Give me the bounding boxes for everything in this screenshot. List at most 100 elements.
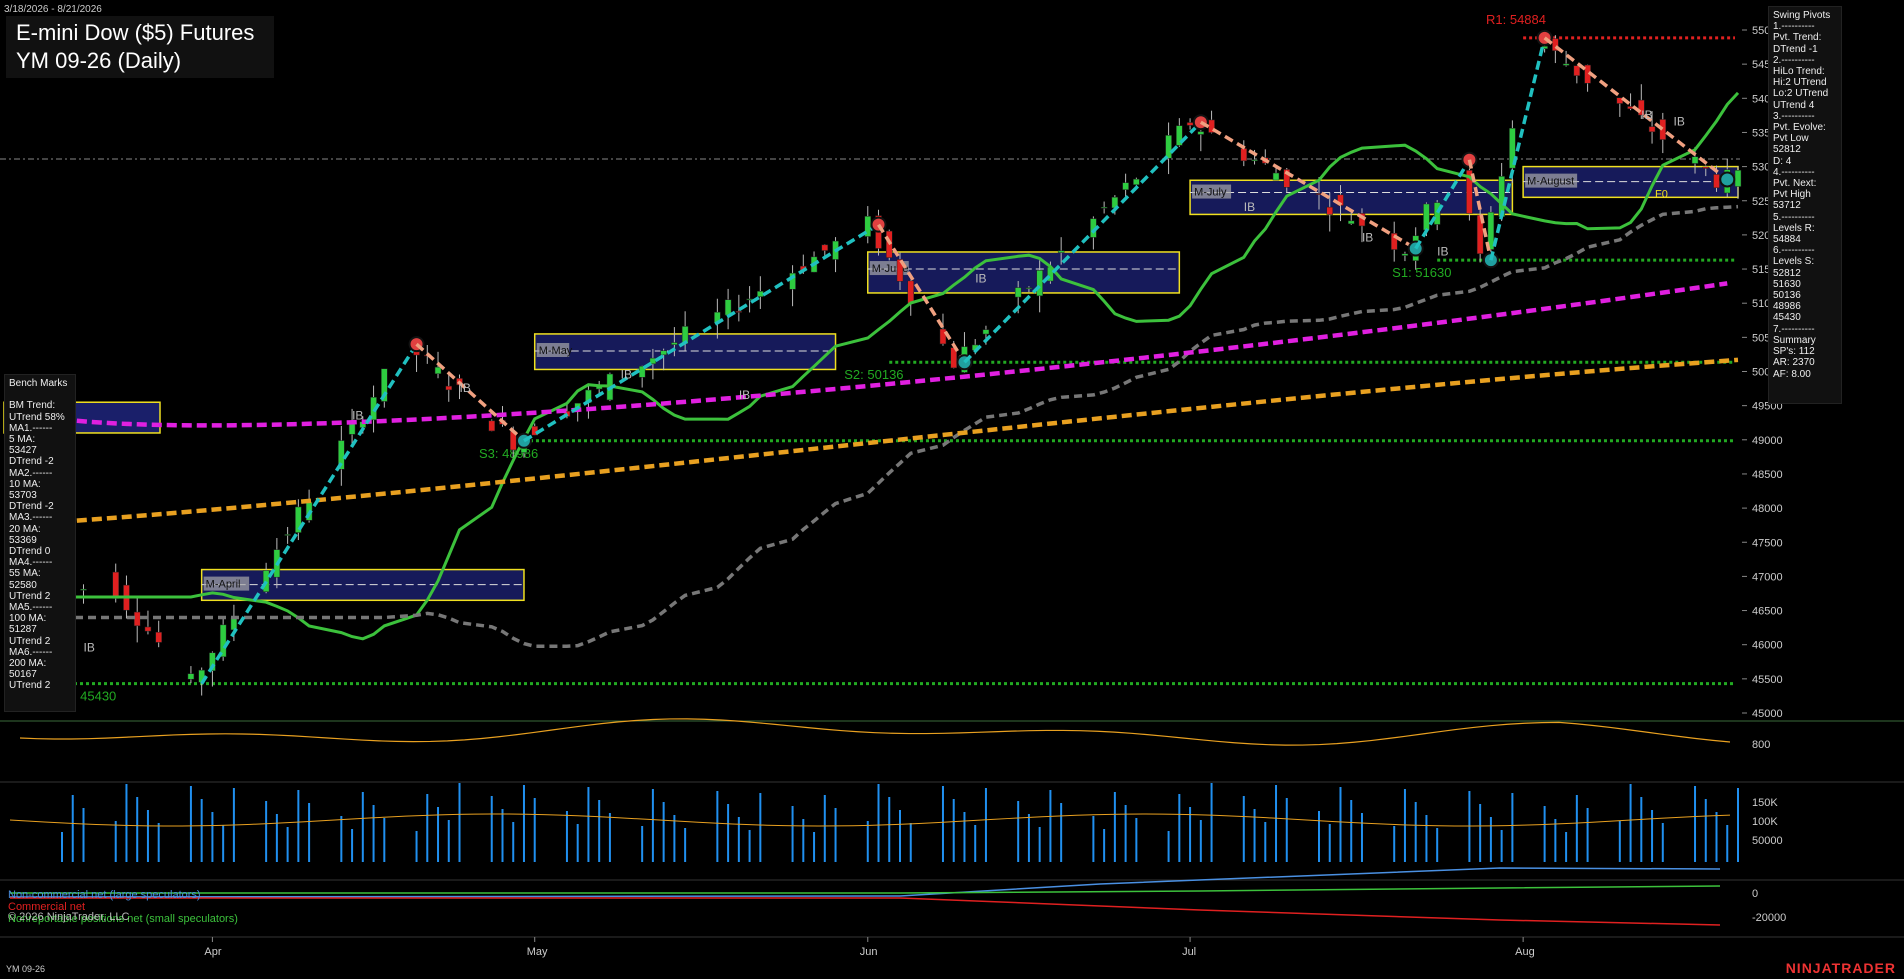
ib-marker: IB bbox=[621, 367, 632, 381]
copyright: © 2026 NinjaTrader, LLC bbox=[8, 911, 130, 923]
candle-body bbox=[1197, 131, 1205, 135]
candle-body bbox=[284, 534, 291, 536]
ib-marker: IB bbox=[1244, 200, 1255, 214]
swing-pivots-row: 50136 bbox=[1773, 290, 1801, 302]
month-label: Aug bbox=[1515, 946, 1535, 958]
swing-pivots-row: AF: 8.00 bbox=[1773, 368, 1811, 380]
candle-body bbox=[1025, 287, 1033, 289]
bench-marks-row: 53369 bbox=[9, 534, 37, 546]
candle-body bbox=[1691, 156, 1699, 164]
legend-non-commercial: Non-commercial net (large speculators) bbox=[8, 889, 201, 901]
price-tick-label: 48500 bbox=[1752, 469, 1783, 481]
candle-body bbox=[262, 570, 270, 592]
swing-pivots-row: 45430 bbox=[1773, 312, 1801, 324]
bench-marks-row: 200 MA: bbox=[9, 658, 47, 670]
candle-body bbox=[1272, 172, 1280, 181]
candle-body bbox=[1347, 220, 1355, 225]
price-chart[interactable]: 45000 45500 46000 46500 47000 47500 48000 48500… bbox=[0, 0, 1904, 979]
bench-marks-row: UTrend 2 bbox=[9, 590, 51, 602]
candle-body bbox=[187, 673, 195, 680]
cot-tick-label: -20000 bbox=[1752, 912, 1786, 924]
value-area-label: M-April bbox=[206, 579, 241, 591]
ma-100-line bbox=[61, 281, 1728, 428]
candle-body bbox=[746, 298, 753, 301]
candle-body bbox=[1713, 174, 1720, 189]
swing-zigzag bbox=[1489, 37, 1547, 261]
candle-body bbox=[1562, 63, 1570, 66]
swing-pivots-row: 3.---------- bbox=[1773, 110, 1815, 122]
ib-marker: IB bbox=[1437, 244, 1448, 258]
ninjatrader-logo: NINJATRADER bbox=[1785, 960, 1896, 976]
bench-marks-row: 20 MA: bbox=[9, 523, 41, 535]
candle-body bbox=[1165, 135, 1172, 159]
bench-marks-row: MA1.------ bbox=[9, 422, 53, 434]
bench-marks-row: 53703 bbox=[9, 490, 37, 502]
bench-marks-row: DTrend -2 bbox=[9, 501, 54, 513]
value-area-box bbox=[867, 251, 1181, 294]
candle-body bbox=[434, 366, 442, 374]
price-tick-label: 48000 bbox=[1752, 503, 1783, 515]
level-label: S3: 48986 bbox=[479, 446, 538, 461]
swing-pivots-row: Summary bbox=[1773, 334, 1816, 346]
candle-body bbox=[1133, 178, 1140, 185]
bench-marks-row: UTrend 2 bbox=[9, 635, 51, 647]
candle-body bbox=[724, 299, 732, 316]
candle-body bbox=[1573, 65, 1581, 76]
level-label: S2: 50136 bbox=[844, 367, 903, 382]
cot-commercial-line bbox=[10, 897, 1721, 926]
value-area-label: M-July bbox=[1194, 187, 1227, 199]
swing-pivots-row: 52812 bbox=[1773, 267, 1801, 279]
volume-tick-label: 100K bbox=[1752, 816, 1778, 828]
swing-zigzag bbox=[1543, 36, 1729, 181]
candle-body bbox=[112, 571, 119, 599]
bench-marks-row: 51287 bbox=[9, 624, 37, 636]
volume-tick-label: 50000 bbox=[1752, 835, 1783, 847]
bench-marks-row: MA2.------ bbox=[9, 467, 53, 479]
volume-tick-label: 150K bbox=[1752, 797, 1778, 809]
bench-marks-row: 55 MA: bbox=[9, 568, 41, 580]
swing-pivots-row: Hi:2 UTrend bbox=[1773, 77, 1827, 89]
price-tick-label: 45500 bbox=[1752, 674, 1783, 686]
candle-body bbox=[1186, 122, 1194, 126]
bench-marks-row: 100 MA: bbox=[9, 613, 47, 625]
candle-body bbox=[1057, 250, 1065, 253]
candle-body bbox=[1648, 126, 1656, 133]
price-tick-label: 45000 bbox=[1752, 708, 1783, 720]
bench-marks-row: BM Trend: bbox=[9, 400, 56, 412]
swing-pivots-row: 6.---------- bbox=[1773, 245, 1815, 257]
candle-body bbox=[80, 588, 87, 591]
swing-pivots-row: 4.---------- bbox=[1773, 166, 1815, 178]
candle-body bbox=[735, 311, 743, 313]
atr-tick-label: 800 bbox=[1752, 739, 1770, 751]
swing-pivots-row: 53712 bbox=[1773, 200, 1801, 212]
swing-zigzag bbox=[963, 120, 1203, 364]
swing-pivots-row: Pvt. Evolve: bbox=[1773, 122, 1826, 134]
bench-marks-row: 5 MA: bbox=[9, 434, 36, 446]
price-tick-label: 49000 bbox=[1752, 435, 1783, 447]
date-range: 3/18/2026 - 8/21/2026 bbox=[4, 4, 102, 15]
level-label: S1: 51630 bbox=[1392, 265, 1451, 280]
ib-marker: IB bbox=[1674, 115, 1685, 129]
bench-marks-row: 10 MA: bbox=[9, 478, 41, 490]
swing-pivots-row: Pvt. Next: bbox=[1773, 178, 1817, 190]
contract-title: YM 09-26 (Daily) bbox=[16, 48, 182, 73]
swing-pivots-row: D: 4 bbox=[1773, 155, 1792, 167]
candle-body bbox=[1326, 206, 1333, 215]
ib-marker: IB bbox=[460, 381, 471, 395]
month-label: Jul bbox=[1182, 946, 1196, 958]
candle-body bbox=[1251, 159, 1258, 162]
candle-body bbox=[1100, 206, 1108, 209]
atr-line bbox=[19, 718, 1731, 746]
swing-pivots-row: 1.---------- bbox=[1773, 21, 1815, 33]
swing-pivots-row: 5.---------- bbox=[1773, 211, 1815, 223]
bench-marks-panel: Bench Marks BM Trend: UTrend 58% MA1.-----… bbox=[4, 374, 76, 712]
volume-average-line bbox=[9, 813, 1731, 827]
ma-20-line bbox=[62, 91, 1740, 641]
bench-marks-row: UTrend 2 bbox=[9, 680, 51, 692]
bench-marks-row: 50167 bbox=[9, 669, 37, 681]
swing-pivots-row: AR: 2370 bbox=[1773, 357, 1815, 369]
bench-marks-row: Bench Marks bbox=[9, 378, 68, 389]
candle-body bbox=[144, 626, 152, 632]
bench-marks-row: MA5.------ bbox=[9, 602, 53, 614]
ib-marker: IB bbox=[739, 388, 750, 402]
